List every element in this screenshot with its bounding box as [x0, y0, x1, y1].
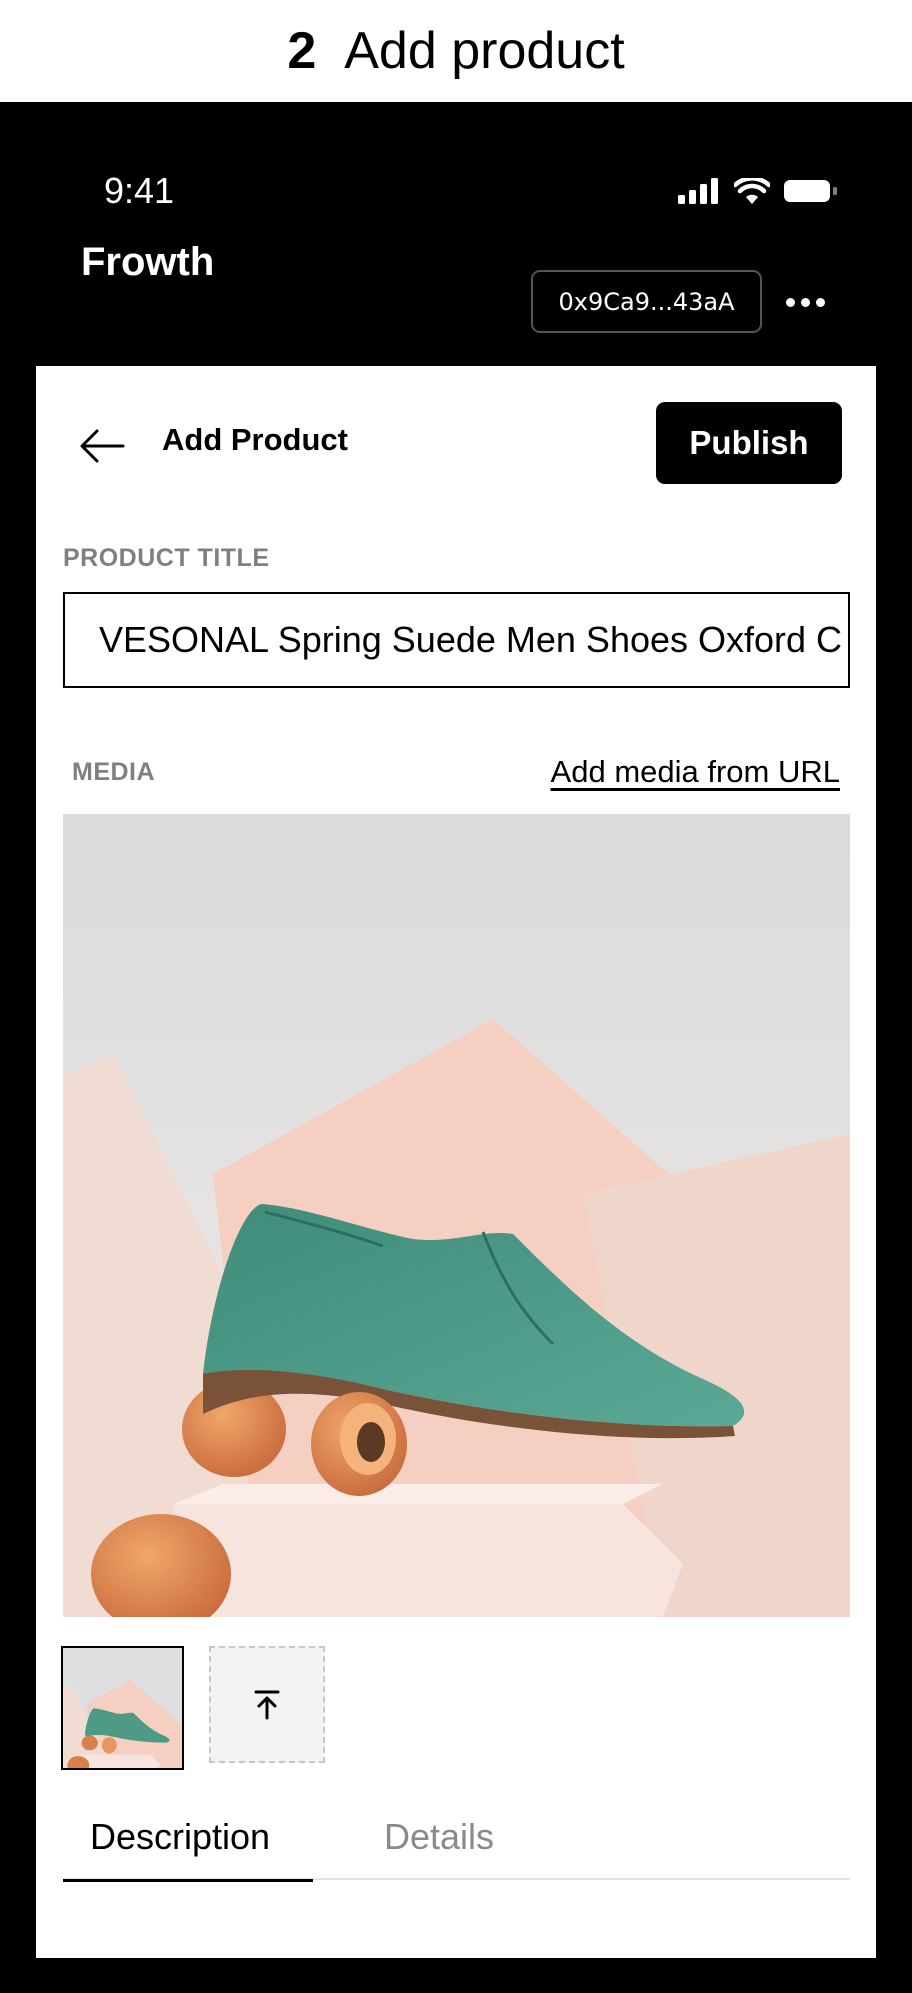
upload-media-button[interactable] [209, 1646, 325, 1763]
step-header: 2 Add product [0, 0, 912, 102]
arrow-left-icon [80, 429, 125, 463]
status-bar: 9:41 [0, 102, 912, 242]
product-title-label: PRODUCT TITLE [63, 544, 270, 572]
wallet-address-chip[interactable]: 0x9Ca9...43aA [531, 270, 762, 333]
media-label: MEDIA [72, 758, 156, 786]
media-thumbnail[interactable] [61, 1646, 184, 1770]
tab-details[interactable]: Details [357, 1816, 557, 1880]
signal-icon [678, 178, 722, 209]
publish-button[interactable]: Publish [656, 402, 842, 484]
app-brand: Frowth [81, 240, 215, 284]
status-icons [678, 176, 838, 209]
more-options-button[interactable] [780, 272, 830, 332]
back-button[interactable] [72, 416, 132, 476]
upload-icon [254, 1690, 280, 1719]
product-title-input[interactable] [63, 592, 850, 688]
step-title: Add product [344, 22, 625, 80]
status-time: 9:41 [104, 170, 175, 211]
page-title: Add Product [162, 422, 348, 457]
tab-description[interactable]: Description [63, 1816, 313, 1882]
add-media-from-url-link[interactable]: Add media from URL [551, 754, 840, 790]
step-number: 2 [287, 22, 317, 80]
battery-icon [782, 178, 838, 209]
more-dot [800, 297, 810, 307]
product-tabs: Description Details [63, 1816, 850, 1882]
wifi-icon [732, 176, 772, 209]
phone-frame: 9:41 Frowth 0x9Ca9...43aA Add Product Pu… [0, 102, 912, 1993]
product-main-image[interactable] [63, 814, 850, 1617]
add-product-panel: Add Product Publish PRODUCT TITLE MEDIA … [36, 366, 876, 1958]
more-horizontal-icon [785, 297, 795, 307]
more-dot [815, 297, 825, 307]
